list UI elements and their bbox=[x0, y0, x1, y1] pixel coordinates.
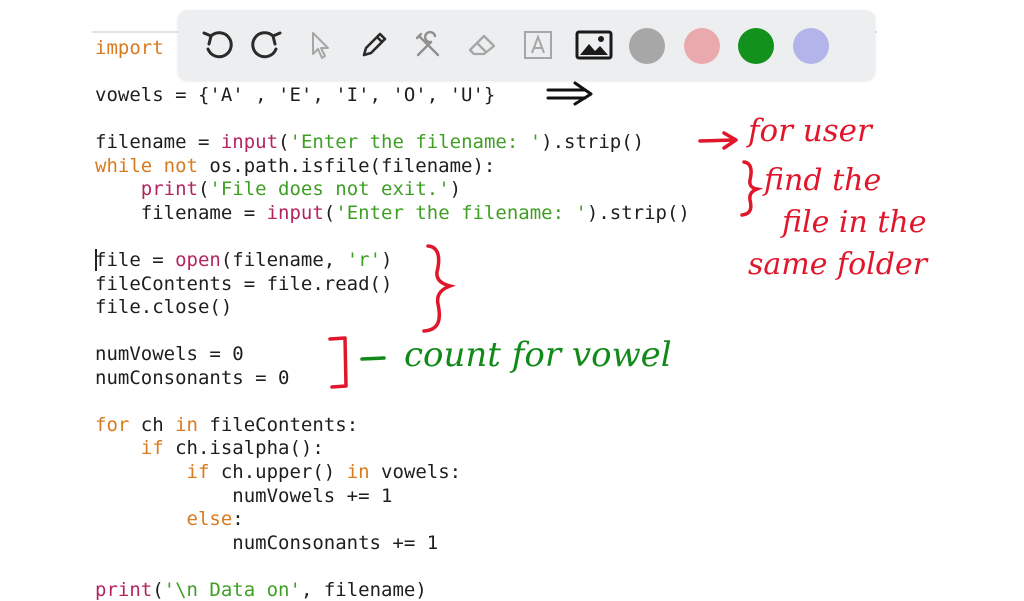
undo-button[interactable] bbox=[198, 25, 238, 65]
pen-icon bbox=[362, 32, 387, 57]
image-icon bbox=[575, 30, 613, 60]
red-arrow-mark bbox=[698, 131, 738, 150]
redo-button[interactable] bbox=[246, 25, 286, 65]
color-swatch-green[interactable] bbox=[738, 28, 774, 64]
double-arrow-mark bbox=[546, 81, 593, 106]
note-file-in-the: file in the bbox=[780, 205, 926, 240]
undo-icon bbox=[202, 31, 233, 59]
drawing-toolbar bbox=[178, 10, 875, 80]
text-tool-button[interactable] bbox=[518, 25, 558, 65]
note-find-the: find the bbox=[762, 163, 881, 198]
tools-button[interactable] bbox=[408, 25, 448, 65]
redo-icon bbox=[251, 31, 282, 59]
pen-tool-button[interactable] bbox=[354, 25, 394, 65]
select-tool-button[interactable] bbox=[300, 25, 340, 65]
red-bracket-mark bbox=[328, 336, 348, 389]
red-brace-file-mark bbox=[422, 244, 456, 333]
color-swatch-pink[interactable] bbox=[684, 28, 720, 64]
handwritten-annotations: for user find the file in the same folde… bbox=[328, 81, 929, 389]
note-for-user: for user bbox=[746, 113, 874, 149]
color-swatch-lavender[interactable] bbox=[793, 28, 829, 64]
color-swatch-gray[interactable] bbox=[629, 28, 665, 64]
note-count-for-vowel: count for vowel bbox=[404, 335, 672, 375]
select-arrow-icon bbox=[312, 32, 329, 59]
image-tool-button[interactable] bbox=[574, 25, 614, 65]
red-brace-mark bbox=[740, 160, 764, 217]
tools-icon bbox=[415, 30, 440, 57]
note-same-folder: same folder bbox=[748, 247, 929, 282]
green-dash-mark bbox=[360, 356, 386, 361]
text-icon bbox=[524, 31, 552, 59]
eraser-icon bbox=[468, 34, 496, 56]
eraser-button[interactable] bbox=[462, 25, 502, 65]
